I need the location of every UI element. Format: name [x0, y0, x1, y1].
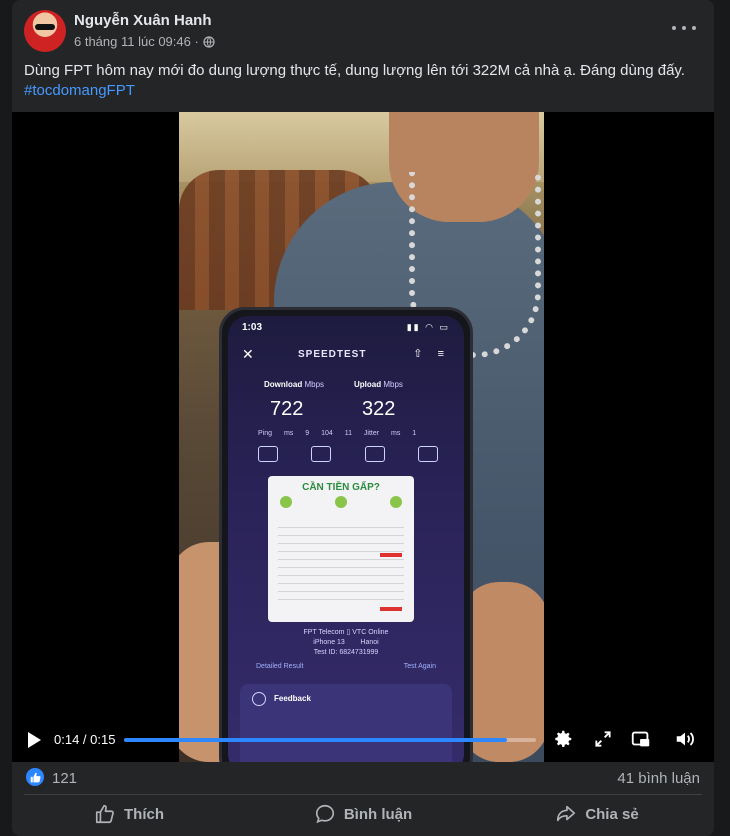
share-label: Chia sẻ: [585, 805, 639, 823]
device-name: iPhone 13: [313, 639, 345, 646]
ping-jitter-row: Ping ms 9 104 11 Jitter ms 1: [258, 430, 417, 437]
ad-card: CẦN TIỀN GẤP?: [268, 476, 414, 622]
avatar[interactable]: [24, 10, 66, 52]
comment-count[interactable]: 41 bình luận: [617, 770, 700, 787]
post-meta: 6 tháng 11 lúc 09:46 ·: [74, 34, 215, 49]
detailed-result-link: Detailed Result: [256, 663, 304, 670]
ad-check-icons: [280, 496, 402, 508]
post-stats: 121 41 bình luận: [12, 762, 714, 794]
post-header: Nguyễn Xuân Hanh 6 tháng 11 lúc 09:46 ·: [12, 0, 714, 58]
ad-card-rows: [278, 520, 404, 607]
ad-highlight: [380, 607, 402, 611]
upload-value: 322: [362, 398, 396, 420]
thumbs-up-icon: [95, 804, 114, 824]
download-label: Download Mbps: [264, 380, 324, 389]
browser-icon: [258, 446, 278, 462]
server-info: FPT Telecom ▯ VTC Online iPhone 13 Hanoi…: [303, 629, 389, 656]
volume-icon[interactable]: [674, 728, 696, 750]
video-player[interactable]: 1:03 ▮▮ ◠ ▭ ✕ SPEEDTEST ⇧ ≡ Download Mbp…: [12, 112, 714, 762]
globe-icon: [203, 35, 215, 48]
use-case-icons: [258, 446, 438, 462]
comment-label: Bình luận: [343, 805, 413, 823]
ad-highlight: [380, 553, 402, 557]
more-options-icon[interactable]: [672, 18, 696, 38]
provider-name: FPT Telecom: [303, 629, 345, 636]
share-icon: [557, 805, 576, 822]
reaction-count[interactable]: 121: [52, 770, 77, 787]
post-card: Nguyễn Xuân Hanh 6 tháng 11 lúc 09:46 · …: [12, 0, 714, 836]
speedtest-screen: 1:03 ▮▮ ◠ ▭ ✕ SPEEDTEST ⇧ ≡ Download Mbp…: [228, 316, 464, 762]
fullscreen-icon[interactable]: [592, 728, 614, 750]
speedtest-links: Detailed Result Test Again: [256, 663, 436, 670]
comment-button[interactable]: Bình luận: [246, 796, 480, 832]
check-icon: [280, 496, 292, 508]
play-icon[interactable]: [28, 732, 41, 748]
like-reaction-icon[interactable]: [26, 768, 44, 786]
check-icon: [390, 496, 402, 508]
video-progress-fill: [124, 738, 508, 742]
share-button[interactable]: Chia sẻ: [480, 796, 714, 832]
post-actions: Thích Bình luận Chia sẻ: [12, 796, 714, 832]
post-text: Dùng FPT hôm nay mới đo dung lượng thực …: [24, 61, 704, 101]
feedback-icon: [252, 692, 266, 706]
gamepad-icon: [311, 446, 332, 462]
server-name: VTC Online: [352, 629, 389, 636]
server-city: Hanoi: [360, 639, 379, 646]
author-name[interactable]: Nguyễn Xuân Hanh: [74, 12, 212, 29]
picture-in-picture-icon[interactable]: [630, 728, 652, 750]
test-again-link: Test Again: [403, 663, 436, 670]
video-time: 0:14 / 0:15: [54, 732, 116, 747]
upload-unit: Mbps: [383, 380, 403, 389]
download-unit: Mbps: [304, 380, 325, 389]
speedtest-share-menu-icons: ⇧ ≡: [413, 348, 450, 360]
download-value: 722: [270, 398, 304, 420]
like-button[interactable]: Thích: [12, 796, 246, 832]
download-text: Download: [264, 380, 303, 389]
phone-status-icons: ▮▮ ◠ ▭: [406, 322, 450, 332]
speedtest-close-icon: ✕: [242, 346, 254, 362]
ad-card-title: CẦN TIỀN GẤP?: [302, 482, 380, 493]
video-controls: 0:14 / 0:15: [12, 724, 714, 756]
settings-gear-icon[interactable]: [552, 728, 574, 750]
phone-status-time: 1:03: [242, 322, 263, 333]
phone-in-video: 1:03 ▮▮ ◠ ▭ ✕ SPEEDTEST ⇧ ≡ Download Mbp…: [219, 307, 473, 762]
check-icon: [335, 496, 347, 508]
upload-label: Upload Mbps: [354, 380, 403, 389]
video-call-icon: [417, 446, 438, 462]
feedback-label: Feedback: [274, 694, 311, 703]
comment-icon: [315, 804, 334, 824]
test-id: Test ID: 6824731999: [313, 649, 379, 656]
speedtest-title: SPEEDTEST: [298, 349, 367, 360]
upload-text: Upload: [354, 380, 382, 389]
like-label: Thích: [124, 805, 164, 823]
post-body: Dùng FPT hôm nay mới đo dung lượng thực …: [24, 62, 685, 79]
video-frame: 1:03 ▮▮ ◠ ▭ ✕ SPEEDTEST ⇧ ≡ Download Mbp…: [179, 112, 544, 762]
video-icon: [364, 446, 385, 462]
video-progress-bar[interactable]: [124, 738, 536, 742]
divider: [24, 794, 702, 795]
hashtag-link[interactable]: #tocdomangFPT: [24, 82, 135, 99]
timestamp[interactable]: 6 tháng 11 lúc 09:46 ·: [74, 34, 199, 49]
